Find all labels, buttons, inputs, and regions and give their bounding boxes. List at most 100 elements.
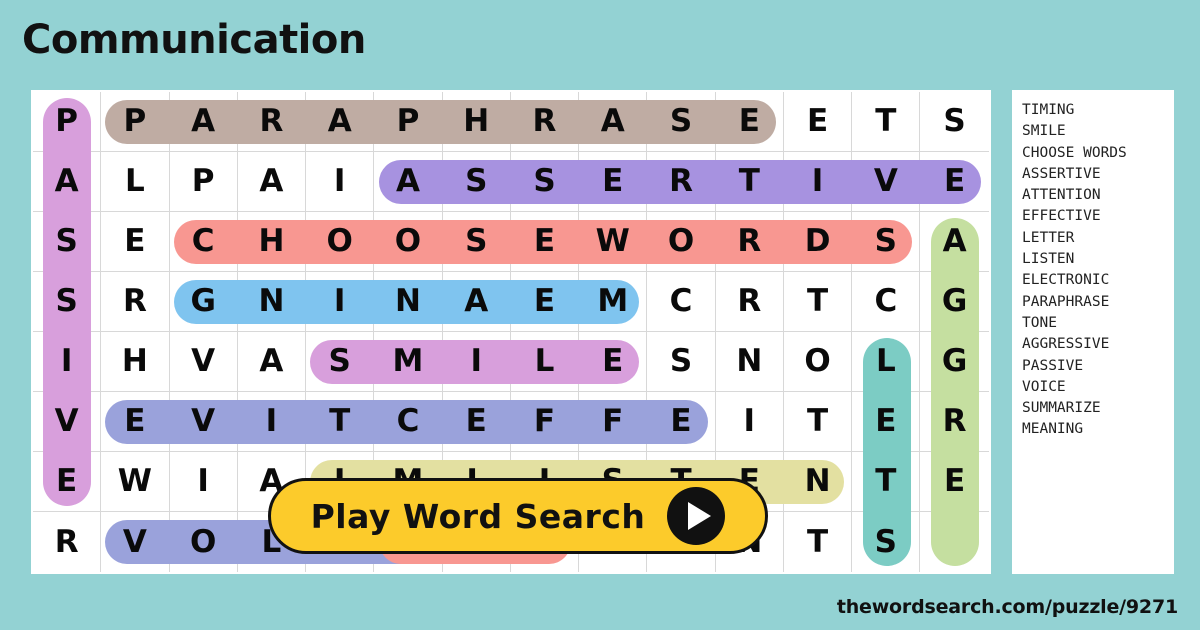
- grid-cell[interactable]: R: [715, 212, 784, 272]
- grid-cell[interactable]: V: [169, 392, 238, 452]
- grid-cell[interactable]: A: [442, 272, 511, 332]
- grid-cell[interactable]: [920, 512, 988, 572]
- grid-cell[interactable]: E: [101, 212, 170, 272]
- grid-cell[interactable]: W: [101, 452, 170, 512]
- grid-cell[interactable]: P: [169, 152, 238, 212]
- grid-cell[interactable]: C: [852, 272, 921, 332]
- grid-cell[interactable]: E: [33, 452, 102, 512]
- grid-cell[interactable]: M: [374, 332, 443, 392]
- grid-cell[interactable]: R: [715, 272, 784, 332]
- grid-cell[interactable]: F: [579, 392, 648, 452]
- grid-cell[interactable]: T: [852, 92, 921, 152]
- grid-cell[interactable]: O: [783, 332, 853, 392]
- grid-cell[interactable]: E: [579, 152, 648, 212]
- grid-cell[interactable]: E: [442, 392, 511, 452]
- grid-cell[interactable]: I: [306, 152, 375, 212]
- grid-cell[interactable]: E: [920, 452, 989, 512]
- grid-cell[interactable]: V: [33, 392, 102, 452]
- grid-cell[interactable]: G: [920, 332, 989, 392]
- grid-cell[interactable]: V: [169, 332, 238, 392]
- grid-letter: O: [326, 223, 353, 259]
- grid-letter: V: [122, 523, 147, 560]
- grid-cell[interactable]: L: [852, 332, 921, 392]
- grid-cell[interactable]: C: [647, 272, 716, 332]
- grid-cell[interactable]: H: [101, 332, 170, 392]
- grid-cell[interactable]: S: [306, 332, 375, 392]
- grid-cell[interactable]: A: [579, 92, 648, 152]
- grid-cell[interactable]: I: [237, 392, 307, 452]
- grid-cell[interactable]: N: [237, 272, 307, 332]
- grid-cell[interactable]: S: [647, 332, 716, 392]
- grid-cell[interactable]: E: [510, 272, 580, 332]
- grid-cell[interactable]: R: [101, 272, 170, 332]
- grid-cell[interactable]: E: [783, 92, 853, 152]
- grid-cell[interactable]: S: [647, 92, 716, 152]
- grid-cell[interactable]: F: [510, 392, 580, 452]
- grid-cell[interactable]: A: [33, 152, 102, 212]
- grid-cell[interactable]: R: [647, 152, 716, 212]
- grid-cell[interactable]: N: [715, 332, 784, 392]
- grid-cell[interactable]: R: [510, 92, 580, 152]
- grid-cell[interactable]: S: [510, 152, 580, 212]
- grid-cell[interactable]: A: [237, 152, 307, 212]
- grid-row: PPARAPHRASEETS: [33, 92, 989, 152]
- grid-cell[interactable]: S: [920, 92, 989, 152]
- grid-cell[interactable]: V: [101, 512, 170, 572]
- grid-cell[interactable]: S: [442, 212, 511, 272]
- grid-cell[interactable]: A: [169, 92, 238, 152]
- grid-cell[interactable]: E: [647, 392, 716, 452]
- grid-cell[interactable]: V: [852, 152, 921, 212]
- grid-cell[interactable]: E: [101, 392, 170, 452]
- grid-cell[interactable]: L: [510, 332, 580, 392]
- grid-cell[interactable]: S: [442, 152, 511, 212]
- grid-cell[interactable]: I: [715, 392, 784, 452]
- grid-cell[interactable]: A: [920, 212, 989, 272]
- grid-cell[interactable]: E: [715, 92, 784, 152]
- grid-cell[interactable]: I: [442, 332, 511, 392]
- grid-cell[interactable]: P: [101, 92, 170, 152]
- grid-cell[interactable]: N: [374, 272, 443, 332]
- grid-cell[interactable]: E: [920, 152, 989, 212]
- grid-cell[interactable]: E: [510, 212, 580, 272]
- grid-cell[interactable]: D: [783, 212, 853, 272]
- grid-cell[interactable]: S: [852, 512, 921, 572]
- grid-cell[interactable]: O: [170, 512, 238, 572]
- grid-cell[interactable]: O: [647, 212, 716, 272]
- grid-cell[interactable]: M: [579, 272, 648, 332]
- grid-cell[interactable]: O: [374, 212, 443, 272]
- grid-cell[interactable]: C: [374, 392, 443, 452]
- grid-cell[interactable]: C: [169, 212, 238, 272]
- grid-cell[interactable]: A: [306, 92, 375, 152]
- grid-cell[interactable]: S: [852, 212, 921, 272]
- grid-cell[interactable]: A: [374, 152, 443, 212]
- grid-cell[interactable]: S: [33, 272, 102, 332]
- grid-cell[interactable]: I: [33, 332, 102, 392]
- grid-cell[interactable]: I: [169, 452, 238, 512]
- grid-cell[interactable]: H: [442, 92, 511, 152]
- grid-cell[interactable]: O: [306, 212, 375, 272]
- grid-cell[interactable]: T: [306, 392, 375, 452]
- grid-cell[interactable]: R: [920, 392, 989, 452]
- grid-cell[interactable]: P: [33, 92, 102, 152]
- play-word-search-button[interactable]: Play Word Search: [268, 478, 768, 554]
- grid-cell[interactable]: A: [237, 332, 307, 392]
- grid-cell[interactable]: T: [784, 512, 853, 572]
- grid-cell[interactable]: T: [715, 152, 784, 212]
- grid-cell[interactable]: G: [920, 272, 989, 332]
- grid-cell[interactable]: G: [169, 272, 238, 332]
- grid-cell[interactable]: I: [306, 272, 375, 332]
- grid-cell[interactable]: R: [33, 512, 102, 572]
- grid-cell[interactable]: P: [374, 92, 443, 152]
- grid-cell[interactable]: R: [237, 92, 307, 152]
- grid-cell[interactable]: W: [579, 212, 648, 272]
- grid-cell[interactable]: I: [783, 152, 853, 212]
- grid-cell[interactable]: N: [783, 452, 853, 512]
- grid-cell[interactable]: E: [852, 392, 921, 452]
- grid-cell[interactable]: T: [783, 392, 853, 452]
- grid-cell[interactable]: H: [237, 212, 307, 272]
- grid-cell[interactable]: T: [783, 272, 853, 332]
- grid-cell[interactable]: E: [579, 332, 648, 392]
- grid-cell[interactable]: S: [33, 212, 102, 272]
- grid-cell[interactable]: L: [101, 152, 170, 212]
- grid-cell[interactable]: T: [852, 452, 921, 512]
